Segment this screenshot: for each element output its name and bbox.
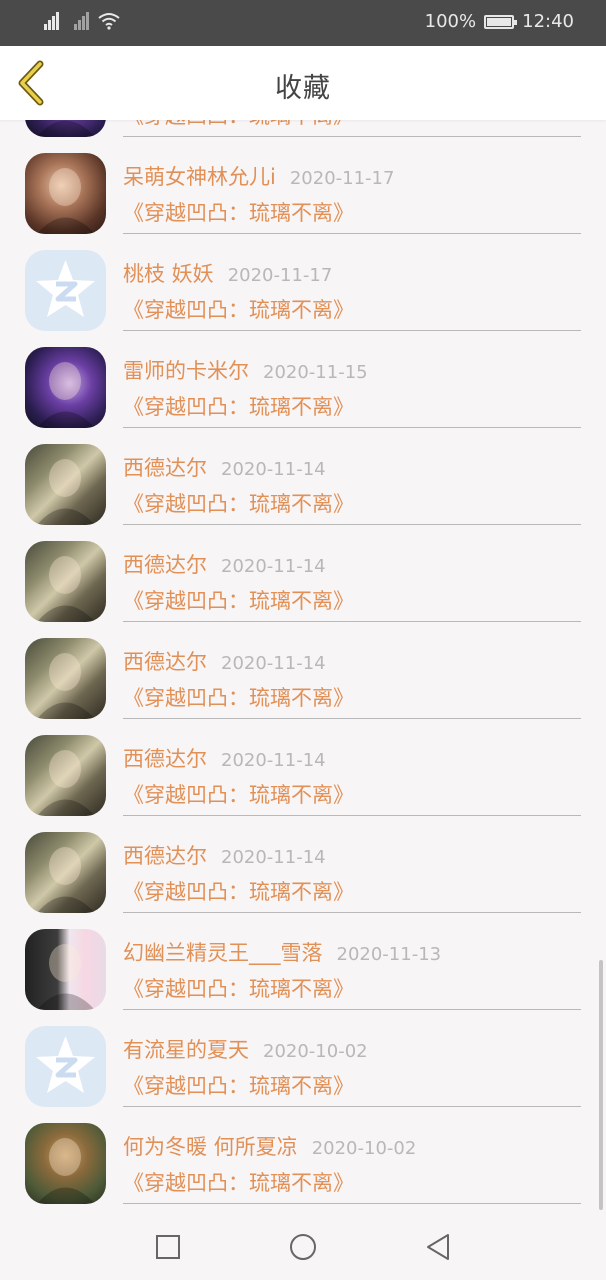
avatar[interactable] <box>25 250 106 331</box>
user-name[interactable]: 西德达尔 2020-11-14 <box>123 743 326 773</box>
user-name[interactable]: 幻幽兰精灵王___雪落 2020-11-13 <box>123 937 441 967</box>
user-name-text: 西德达尔 <box>123 844 207 868</box>
avatar-image <box>37 944 95 1010</box>
favorite-date: 2020-11-14 <box>221 653 326 674</box>
list-item[interactable]: 有流星的夏天 2020-10-02 《穿越凹凸：琉璃不离》 <box>0 1010 606 1107</box>
page-title: 收藏 <box>275 73 331 104</box>
book-title[interactable]: 《穿越凹凸：琉璃不离》 <box>123 973 354 1003</box>
list-item[interactable]: 幻幽兰精灵王___雪落 2020-11-13 《穿越凹凸：琉璃不离》 <box>0 913 606 1010</box>
avatar[interactable] <box>25 153 106 234</box>
favorite-date: 2020-11-17 <box>289 168 395 189</box>
avatar-image <box>37 362 95 428</box>
avatar[interactable] <box>25 735 106 816</box>
clock: 12:40 <box>522 11 574 32</box>
avatar[interactable] <box>25 347 106 428</box>
battery-percent: 100% <box>424 11 477 32</box>
book-title[interactable]: 《穿越凹凸：琉璃不离》 <box>123 779 354 809</box>
qq-star-icon <box>36 260 95 317</box>
qq-star-icon <box>36 1036 95 1093</box>
user-name-text: 西德达尔 <box>123 553 207 577</box>
avatar-image <box>37 459 95 525</box>
circle-icon[interactable] <box>288 1232 318 1262</box>
user-name-text: 何为冬暖 何所夏凉 <box>123 1135 298 1159</box>
avatar-image <box>37 750 95 816</box>
avatar-image <box>37 1138 95 1204</box>
book-title[interactable]: 《穿越凹凸：琉璃不离》 <box>123 1070 354 1100</box>
book-title[interactable]: 《穿越凹凸：琉璃不离》 <box>123 197 354 227</box>
favorite-date: 2020-10-02 <box>263 1041 368 1062</box>
avatar[interactable] <box>25 832 106 913</box>
book-title[interactable]: 《穿越凹凸：琉璃不离》 <box>123 391 354 421</box>
list-item[interactable]: 何为冬暖 何所夏凉 2020-10-02 《穿越凹凸：琉璃不离》 <box>0 1107 606 1204</box>
user-name-text: 桃枝 妖妖 <box>123 262 214 286</box>
avatar[interactable] <box>25 1026 106 1107</box>
favorite-date: 2020-11-14 <box>221 750 326 771</box>
favorites-list[interactable]: 《穿越凹凸：琉璃不离》 呆萌女神林允儿i 2020-11-17 《穿越凹凸：琉璃不离》… <box>0 40 606 1204</box>
avatar[interactable] <box>25 444 106 525</box>
list-item[interactable]: 西德达尔 2020-11-14 《穿越凹凸：琉璃不离》 <box>0 719 606 816</box>
user-name[interactable]: 呆萌女神林允儿i 2020-11-17 <box>123 161 394 191</box>
user-name-text: 雷师的卡米尔 <box>123 359 249 383</box>
user-name[interactable]: 雷师的卡米尔 2020-11-15 <box>123 355 368 385</box>
user-name[interactable]: 西德达尔 2020-11-14 <box>123 452 326 482</box>
favorite-date: 2020-11-14 <box>221 556 326 577</box>
list-item[interactable]: 西德达尔 2020-11-14 《穿越凹凸：琉璃不离》 <box>0 525 606 622</box>
book-title[interactable]: 《穿越凹凸：琉璃不离》 <box>123 876 354 906</box>
user-name-text: 西德达尔 <box>123 456 207 480</box>
list-item[interactable]: 西德达尔 2020-11-14 《穿越凹凸：琉璃不离》 <box>0 428 606 525</box>
user-name-text: 呆萌女神林允儿i <box>123 165 276 189</box>
avatar[interactable] <box>25 541 106 622</box>
cellular-signal-icon <box>38 10 62 30</box>
square-icon[interactable] <box>153 1232 183 1262</box>
avatar[interactable] <box>25 929 106 1010</box>
avatar-image <box>37 556 95 622</box>
user-name-text: 幻幽兰精灵王___雪落 <box>123 941 323 965</box>
book-title[interactable]: 《穿越凹凸：琉璃不离》 <box>123 294 354 324</box>
user-name[interactable]: 何为冬暖 何所夏凉 2020-10-02 <box>123 1131 416 1161</box>
app-header: 收藏 <box>0 46 606 120</box>
avatar-image <box>37 653 95 719</box>
avatar[interactable] <box>25 1123 106 1204</box>
book-title[interactable]: 《穿越凹凸：琉璃不离》 <box>123 682 354 712</box>
book-title[interactable]: 《穿越凹凸：琉璃不离》 <box>123 488 354 518</box>
book-title[interactable]: 《穿越凹凸：琉璃不离》 <box>123 1167 354 1197</box>
system-nav-bar <box>0 1212 606 1280</box>
wifi-icon <box>98 13 120 30</box>
user-name[interactable]: 西德达尔 2020-11-14 <box>123 549 326 579</box>
avatar-image <box>37 847 95 913</box>
favorite-date: 2020-11-15 <box>263 362 368 383</box>
list-item[interactable]: 呆萌女神林允儿i 2020-11-17 《穿越凹凸：琉璃不离》 <box>0 137 606 234</box>
battery-icon <box>484 14 518 29</box>
user-name[interactable]: 西德达尔 2020-11-14 <box>123 646 326 676</box>
favorite-date: 2020-10-02 <box>311 1138 417 1159</box>
list-item[interactable]: 西德达尔 2020-11-14 《穿越凹凸：琉璃不离》 <box>0 622 606 719</box>
avatar[interactable] <box>25 638 106 719</box>
user-name-text: 西德达尔 <box>123 747 207 771</box>
user-name[interactable]: 有流星的夏天 2020-10-02 <box>123 1034 368 1064</box>
user-name[interactable]: 桃枝 妖妖 2020-11-17 <box>123 258 332 288</box>
favorite-date: 2020-11-17 <box>227 265 333 286</box>
scrollbar[interactable] <box>599 960 603 1210</box>
favorite-date: 2020-11-14 <box>221 459 326 480</box>
user-name-text: 有流星的夏天 <box>123 1038 249 1062</box>
book-title[interactable]: 《穿越凹凸：琉璃不离》 <box>123 585 354 615</box>
list-item[interactable]: 西德达尔 2020-11-14 《穿越凹凸：琉璃不离》 <box>0 816 606 913</box>
cellular-signal-2-icon <box>68 10 92 30</box>
favorite-date: 2020-11-14 <box>221 847 326 868</box>
user-name-text: 西德达尔 <box>123 650 207 674</box>
divider <box>123 1203 581 1204</box>
avatar-image <box>37 168 95 234</box>
user-name[interactable]: 西德达尔 2020-11-14 <box>123 840 326 870</box>
triangle-back-icon[interactable] <box>423 1232 453 1262</box>
list-item[interactable]: 桃枝 妖妖 2020-11-17 《穿越凹凸：琉璃不离》 <box>0 234 606 331</box>
favorite-date: 2020-11-13 <box>336 944 442 965</box>
list-item[interactable]: 雷师的卡米尔 2020-11-15 《穿越凹凸：琉璃不离》 <box>0 331 606 428</box>
